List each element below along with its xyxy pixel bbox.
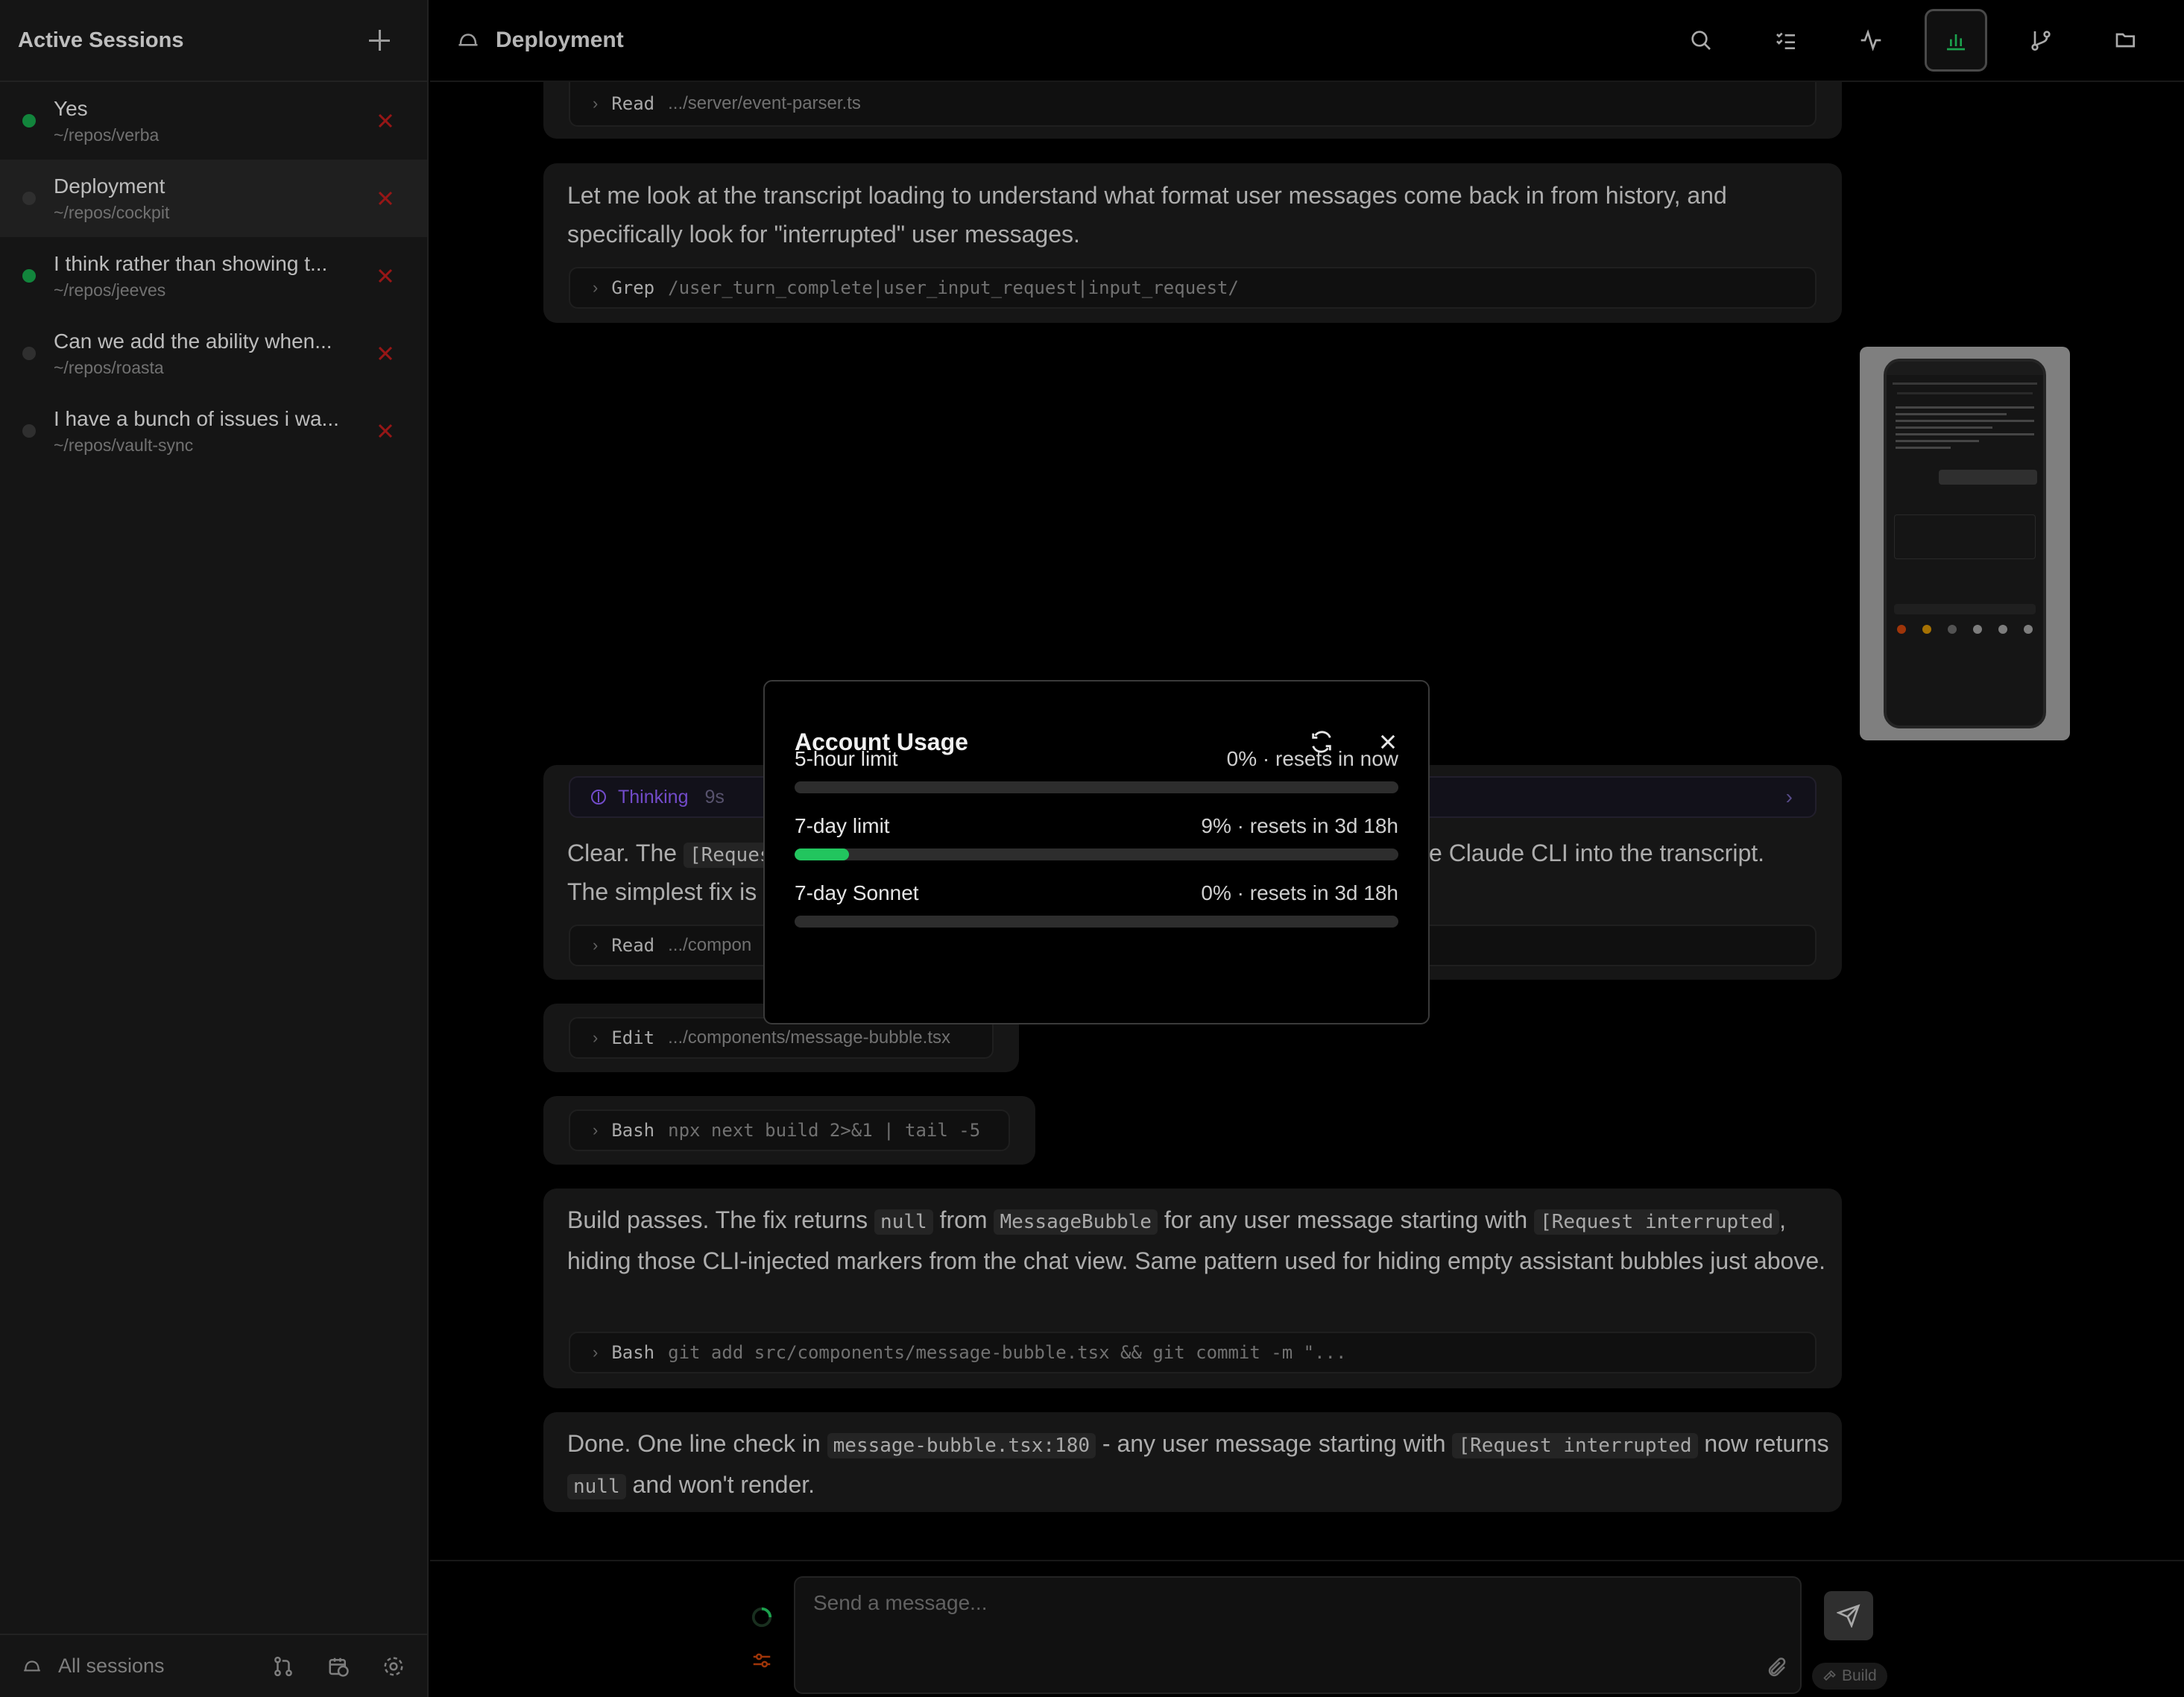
usage-value: 0% · resets in now — [1226, 747, 1398, 770]
usage-label: 5-hour limit — [795, 747, 898, 770]
usage-item: 7-day Sonnet 0% · resets in 3d 18h — [795, 881, 1398, 928]
usage-value: 0% · resets in 3d 18h — [1201, 881, 1398, 904]
usage-bar — [795, 916, 1398, 928]
usage-item: 7-day limit 9% · resets in 3d 18h — [795, 814, 1398, 860]
usage-bar — [795, 848, 1398, 860]
usage-value: 9% · resets in 3d 18h — [1201, 814, 1398, 837]
account-usage-modal: Account Usage 5-hour limit 0% · resets i… — [763, 680, 1430, 1024]
usage-item: 5-hour limit 0% · resets in now — [795, 747, 1398, 793]
usage-bar — [795, 781, 1398, 793]
usage-label: 7-day limit — [795, 814, 890, 837]
usage-label: 7-day Sonnet — [795, 881, 919, 904]
usage-bar-fill — [795, 848, 849, 860]
